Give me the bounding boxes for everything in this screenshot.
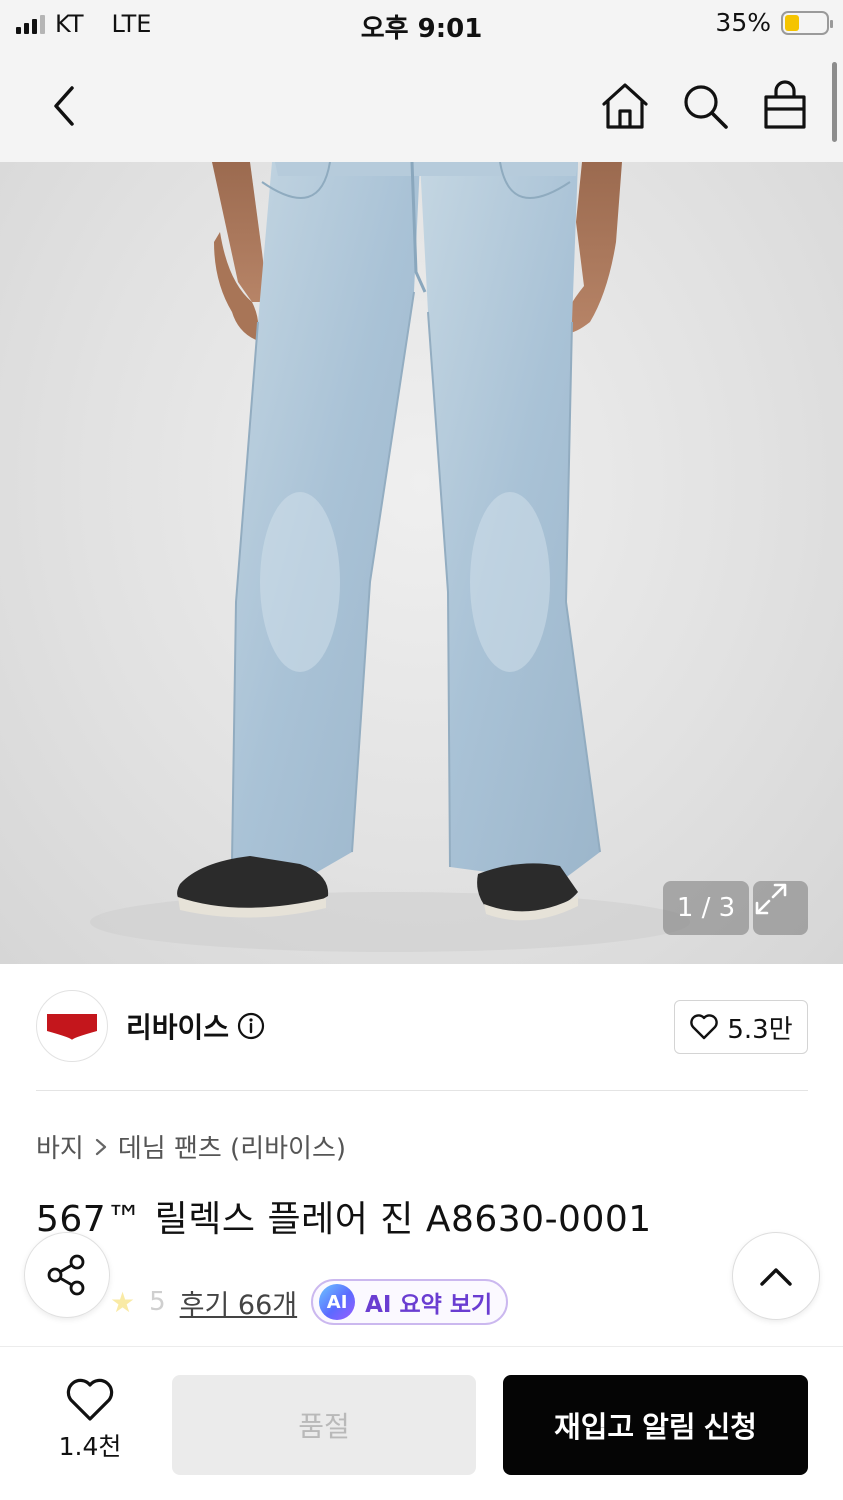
levis-logo (47, 1014, 97, 1040)
expand-image-button[interactable] (753, 881, 808, 935)
brand-name: 리바이스 (126, 1011, 230, 1044)
search-icon (684, 85, 728, 129)
ai-badge-icon: AI (319, 1284, 356, 1320)
product-photo-jeans (90, 162, 690, 952)
nav-bar (0, 48, 843, 162)
restock-alert-button[interactable]: 재입고 알림 신청 (503, 1375, 808, 1475)
battery-icon (781, 10, 833, 35)
back-icon (54, 86, 74, 126)
scrollbar[interactable] (832, 62, 837, 142)
home-button[interactable] (597, 78, 653, 134)
cart-button[interactable] (757, 78, 813, 134)
status-right: 35% (715, 8, 833, 37)
divider (36, 1090, 808, 1091)
status-bar: KT LTE 오후 9:01 35% (0, 0, 843, 48)
expand-icon (755, 883, 787, 915)
info-icon[interactable] (237, 1012, 265, 1040)
brand-logo[interactable] (36, 990, 108, 1062)
chevron-up-icon (760, 1268, 792, 1286)
nav-actions (597, 78, 813, 134)
wishlist-button[interactable]: 1.4천 (40, 1377, 140, 1477)
shopping-bag-icon (764, 80, 806, 129)
product-image-gallery[interactable]: 1 / 3 (0, 162, 843, 964)
search-button[interactable] (677, 78, 733, 134)
star-icon: ★ (110, 1285, 136, 1319)
breadcrumb-category[interactable]: 바지 (36, 1128, 84, 1165)
chevron-right-icon (95, 1138, 106, 1155)
product-title: 567™ 릴렉스 플레어 진 A8630-0001 (36, 1199, 652, 1240)
heart-icon (690, 1014, 719, 1040)
rating-value: 5 (149, 1287, 166, 1317)
soldout-button[interactable]: 품절 (172, 1375, 476, 1475)
brand-like-button[interactable]: 5.3만 (674, 1000, 808, 1054)
brand-row: 리바이스 5.3만 (36, 990, 808, 1064)
ai-summary-button[interactable]: AI AI 요약 보기 (311, 1279, 509, 1325)
battery-percent: 35% (715, 8, 771, 37)
share-button[interactable] (24, 1232, 110, 1318)
bottom-action-bar: 1.4천 품절 재입고 알림 신청 (0, 1346, 843, 1500)
wishlist-count: 1.4천 (58, 1432, 122, 1461)
image-counter: 1 / 3 (663, 881, 749, 935)
brand-name-link[interactable]: 리바이스 (126, 1006, 265, 1046)
ai-summary-label: AI 요약 보기 (365, 1292, 493, 1318)
battery-fill (785, 14, 799, 31)
home-icon (602, 83, 648, 129)
heart-icon (66, 1378, 114, 1421)
share-icon (47, 1254, 85, 1296)
brand-like-count: 5.3만 (727, 1014, 793, 1045)
breadcrumb: 바지 데님 팬츠 (리바이스) (36, 1128, 346, 1165)
review-link[interactable]: 후기 66개 (180, 1283, 297, 1322)
breadcrumb-subcategory[interactable]: 데님 팬츠 (리바이스) (118, 1128, 346, 1165)
back-button[interactable] (38, 78, 94, 134)
scroll-top-button[interactable] (732, 1232, 820, 1320)
